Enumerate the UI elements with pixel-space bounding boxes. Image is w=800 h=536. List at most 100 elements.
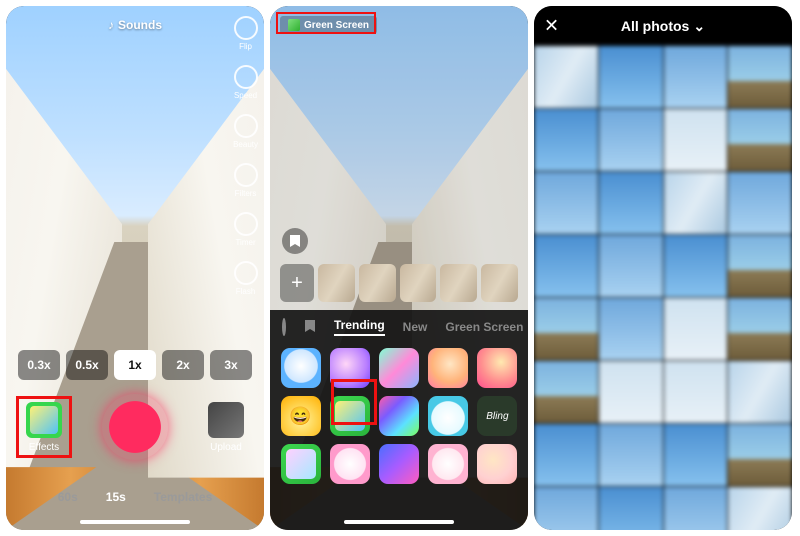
photo-thumb[interactable] xyxy=(664,109,728,171)
effect-tile[interactable] xyxy=(477,348,517,388)
photo-thumb[interactable] xyxy=(599,46,663,108)
tab-green-screen[interactable]: Green Screen xyxy=(445,320,523,334)
recent-thumb[interactable] xyxy=(481,264,518,302)
photo-thumb[interactable] xyxy=(728,172,792,234)
bookmark-icon xyxy=(289,234,301,248)
recent-thumb[interactable] xyxy=(440,264,477,302)
recent-thumb[interactable] xyxy=(359,264,396,302)
photo-thumb[interactable] xyxy=(664,235,728,297)
speed-label: Speed xyxy=(234,91,257,100)
upload-button[interactable]: Upload xyxy=(208,402,244,453)
photo-thumb[interactable] xyxy=(599,172,663,234)
photo-thumb[interactable] xyxy=(664,46,728,108)
filters-button[interactable]: Filters xyxy=(234,163,258,198)
record-button[interactable] xyxy=(102,394,168,460)
effect-tile[interactable] xyxy=(477,444,517,484)
photo-thumb[interactable] xyxy=(534,172,598,234)
effect-tile[interactable]: Bling xyxy=(477,396,517,436)
camera-screen: ♪ Sounds Flip Speed Beauty Filters Timer… xyxy=(6,6,264,530)
photo-thumb[interactable] xyxy=(728,298,792,360)
photo-thumb[interactable] xyxy=(599,424,663,486)
photo-thumb[interactable] xyxy=(599,487,663,530)
photo-thumb[interactable] xyxy=(599,109,663,171)
music-note-icon: ♪ xyxy=(108,18,114,32)
gallery-header: ✕ All photos ⌄ xyxy=(534,6,792,46)
photo-thumb[interactable] xyxy=(728,487,792,530)
photo-thumb[interactable] xyxy=(728,235,792,297)
photo-thumb[interactable] xyxy=(534,235,598,297)
effect-tile[interactable] xyxy=(379,444,419,484)
photo-thumb[interactable] xyxy=(534,298,598,360)
mode-60s[interactable]: 60s xyxy=(58,490,78,504)
flip-button[interactable]: Flip xyxy=(234,16,258,51)
bookmark-tab-icon[interactable] xyxy=(304,319,316,336)
effects-button[interactable]: Effects xyxy=(26,402,62,453)
add-media-button[interactable]: + xyxy=(280,264,314,302)
effect-tile[interactable] xyxy=(330,444,370,484)
effects-panel: Trending New Green Screen Bling xyxy=(270,310,528,530)
flip-icon xyxy=(234,16,258,40)
duration-mode-row: 60s 15s Templates xyxy=(6,490,264,504)
photo-thumb[interactable] xyxy=(599,235,663,297)
tab-trending[interactable]: Trending xyxy=(334,318,385,336)
photo-picker-screen: ✕ All photos ⌄ xyxy=(534,6,792,530)
mode-templates[interactable]: Templates xyxy=(154,490,212,504)
photo-thumb[interactable] xyxy=(664,424,728,486)
recent-thumb[interactable] xyxy=(318,264,355,302)
flash-icon xyxy=(234,261,258,285)
effect-tile[interactable] xyxy=(379,396,419,436)
effects-grid: Bling xyxy=(270,342,528,490)
bookmark-effect-button[interactable] xyxy=(282,228,308,254)
photo-thumb[interactable] xyxy=(534,361,598,423)
photo-thumb[interactable] xyxy=(534,424,598,486)
speed-selector: 0.3x 0.5x 1x 2x 3x xyxy=(18,350,252,380)
timer-label: Timer xyxy=(235,238,255,247)
beauty-label: Beauty xyxy=(233,140,258,149)
photo-thumb[interactable] xyxy=(664,487,728,530)
recent-media-strip: + xyxy=(280,264,518,302)
home-indicator xyxy=(344,520,454,524)
album-selector[interactable]: All photos ⌄ xyxy=(621,18,705,35)
speed-3x[interactable]: 3x xyxy=(210,350,252,380)
mode-15s[interactable]: 15s xyxy=(106,490,126,504)
effect-tile[interactable] xyxy=(428,396,468,436)
photo-thumb[interactable] xyxy=(534,487,598,530)
photo-thumb[interactable] xyxy=(728,424,792,486)
beauty-button[interactable]: Beauty xyxy=(233,114,258,149)
photo-thumb[interactable] xyxy=(664,298,728,360)
flash-button[interactable]: Flash xyxy=(234,261,258,296)
photo-thumb[interactable] xyxy=(599,361,663,423)
photo-thumb[interactable] xyxy=(534,109,598,171)
speed-button[interactable]: Speed xyxy=(234,65,258,100)
timer-icon xyxy=(234,212,258,236)
effects-category-tabs: Trending New Green Screen xyxy=(270,318,528,342)
upload-icon xyxy=(208,402,244,438)
effect-tile[interactable] xyxy=(281,348,321,388)
recent-thumb[interactable] xyxy=(400,264,437,302)
effect-tile[interactable] xyxy=(428,444,468,484)
effect-tile[interactable] xyxy=(281,444,321,484)
photo-grid[interactable] xyxy=(534,46,792,530)
photo-thumb[interactable] xyxy=(664,361,728,423)
close-button[interactable]: ✕ xyxy=(544,16,559,37)
tab-new[interactable]: New xyxy=(403,320,428,334)
photo-thumb[interactable] xyxy=(728,361,792,423)
camera-side-toolbar: Flip Speed Beauty Filters Timer Flash xyxy=(233,16,258,296)
effect-tile[interactable] xyxy=(281,396,321,436)
effect-tile[interactable] xyxy=(428,348,468,388)
speed-2x[interactable]: 2x xyxy=(162,350,204,380)
speed-1x[interactable]: 1x xyxy=(114,350,156,380)
photo-thumb[interactable] xyxy=(728,109,792,171)
speed-0-3x[interactable]: 0.3x xyxy=(18,350,60,380)
no-effect-button[interactable] xyxy=(282,318,286,336)
effect-tile[interactable] xyxy=(379,348,419,388)
sounds-label: Sounds xyxy=(118,18,162,32)
speed-0-5x[interactable]: 0.5x xyxy=(66,350,108,380)
photo-thumb[interactable] xyxy=(664,172,728,234)
speed-icon xyxy=(234,65,258,89)
sounds-button[interactable]: ♪ Sounds xyxy=(108,18,162,32)
photo-thumb[interactable] xyxy=(728,46,792,108)
photo-thumb[interactable] xyxy=(534,46,598,108)
photo-thumb[interactable] xyxy=(599,298,663,360)
timer-button[interactable]: Timer xyxy=(234,212,258,247)
